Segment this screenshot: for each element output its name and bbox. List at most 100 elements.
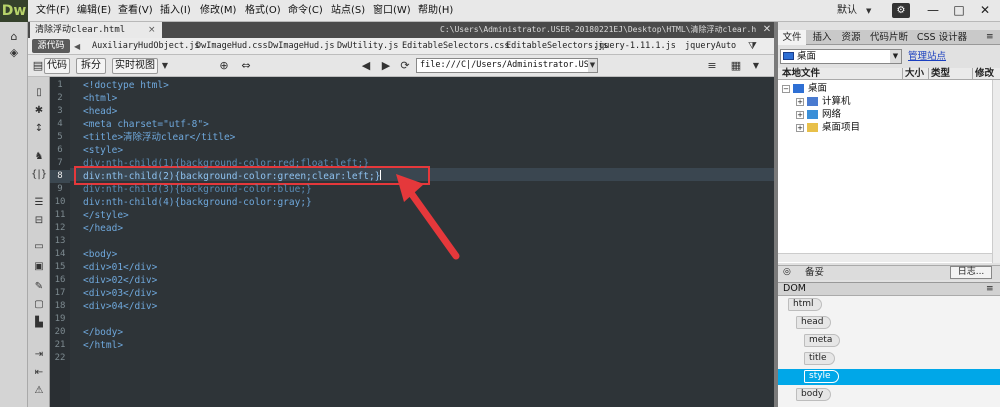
related-file[interactable]: jqueryAuto (685, 38, 736, 55)
expand-all-icon[interactable]: ↕ (31, 122, 47, 136)
tab-close-icon[interactable]: × (148, 22, 160, 38)
file-tree-hscrollbar[interactable] (778, 253, 992, 262)
code-line[interactable]: </html> (83, 339, 123, 352)
code-line[interactable]: div:nth-child(2){background-color:green;… (83, 170, 380, 183)
related-file[interactable]: AuxiliaryHudObject.js (92, 38, 199, 55)
related-file[interactable]: EditableSelectors.js (506, 38, 608, 55)
file-tree-item[interactable]: − 桌面 (782, 82, 827, 95)
restore-button[interactable]: □ (946, 2, 972, 19)
file-tree-scrollbar[interactable] (992, 80, 1000, 263)
dom-node[interactable]: meta (778, 333, 1000, 349)
align-icon[interactable]: ≡ (704, 58, 720, 74)
balance-braces-icon[interactable]: {|} (31, 168, 47, 182)
tree-expander-icon[interactable]: + (796, 110, 804, 119)
related-file[interactable]: jquery-1.11.1.js (594, 38, 676, 55)
forward-arrow-icon[interactable]: ▶ (378, 58, 394, 74)
inspect-icon[interactable]: ⊕ (216, 58, 232, 74)
insert-icon[interactable]: ⌂ (4, 30, 24, 44)
tree-expander-icon[interactable]: + (796, 97, 804, 106)
code-line[interactable]: <head> (83, 105, 117, 118)
code-line[interactable]: div:nth-child(3){background-color:blue;} (83, 183, 312, 196)
line-numbers-icon[interactable]: ☰ (31, 196, 47, 210)
open-documents-icon[interactable]: ▯ (31, 86, 47, 100)
code-line[interactable]: </head> (83, 222, 123, 235)
tab-panel[interactable]: 插入 (808, 30, 836, 45)
code-line[interactable]: <div>03</div> (83, 287, 157, 300)
highlight-invalid-icon[interactable]: ⊟ (31, 214, 47, 228)
code-line[interactable]: <title>清除浮动clear</title> (83, 131, 235, 144)
outdent-icon[interactable]: ⇤ (31, 366, 47, 380)
menu-item[interactable]: 插入(I) (160, 0, 191, 22)
site-select[interactable]: 桌面 (780, 49, 902, 64)
address-dropdown-icon[interactable]: ▼ (588, 59, 597, 72)
menu-item[interactable]: 修改(M) (200, 0, 236, 22)
code-line[interactable]: <html> (83, 92, 117, 105)
comment-icon[interactable]: ▭ (31, 240, 47, 254)
dom-node[interactable]: title (778, 351, 1000, 367)
split-view-button[interactable]: 拆分 (76, 58, 106, 74)
code-line[interactable]: </style> (83, 209, 129, 222)
related-file[interactable]: DwImageHud.css (196, 38, 268, 55)
minimize-button[interactable]: — (920, 2, 946, 19)
menu-item[interactable]: 查看(V) (118, 0, 153, 22)
gear-icon[interactable]: ⚙ (892, 3, 910, 18)
file-tree-item[interactable]: + 计算机 (796, 95, 851, 108)
dom-node[interactable]: style (778, 369, 1000, 385)
tab-panel[interactable]: 代码片断 (866, 30, 912, 45)
tree-expander-icon[interactable]: + (796, 123, 804, 132)
code-line[interactable]: <style> (83, 144, 123, 157)
connect-icon[interactable]: ◎ (783, 267, 797, 278)
workspace-switcher[interactable]: 默认 (837, 0, 857, 22)
column-header[interactable]: 大小 (902, 68, 926, 80)
page-options-icon[interactable]: ▦ (728, 58, 744, 74)
recent-snippets-icon[interactable]: ▢ (31, 298, 47, 312)
menu-item[interactable]: 文件(F) (36, 0, 70, 22)
source-code-button[interactable]: 源代码 (32, 39, 70, 53)
wrap-tag-icon[interactable]: ✎ (31, 280, 47, 294)
close-document-button[interactable]: ✕ (760, 22, 774, 38)
code-line[interactable]: <div>02</div> (83, 274, 157, 287)
dom-panel-menu-icon[interactable]: ≡ (986, 282, 994, 296)
stack-icon[interactable]: ◈ (4, 46, 24, 60)
menu-item[interactable]: 窗口(W) (373, 0, 411, 22)
refresh-icon[interactable]: ⟳ (397, 58, 413, 74)
related-file[interactable]: DwImageHud.js (268, 38, 335, 55)
filter-icon[interactable]: ⧩ (748, 38, 760, 55)
file-tree-item[interactable]: + 网络 (796, 108, 841, 121)
code-line[interactable]: <div>04</div> (83, 300, 157, 313)
select-parent-tag-icon[interactable]: ♞ (31, 150, 47, 164)
menu-item[interactable]: 格式(O) (245, 0, 281, 22)
code-line[interactable]: <meta charset="utf-8"> (83, 118, 209, 131)
related-file[interactable]: EditableSelectors.css (402, 38, 509, 55)
menu-item[interactable]: 站点(S) (331, 0, 365, 22)
menu-item[interactable]: 编辑(E) (77, 0, 111, 22)
live-code-icon[interactable]: ⇔ (238, 58, 254, 74)
tab-panel[interactable]: CSS 设计器 (912, 30, 972, 45)
tree-expander-icon[interactable]: − (782, 84, 790, 93)
column-header[interactable]: 修改 (972, 68, 998, 80)
panel-menu-icon[interactable]: ≡ (986, 30, 994, 45)
live-view-button[interactable]: 实时视图 (112, 58, 158, 74)
site-dropdown-icon[interactable]: ▼ (890, 50, 901, 63)
dom-node[interactable]: body (778, 387, 1000, 403)
close-window-button[interactable]: ✕ (972, 2, 998, 19)
address-field[interactable]: file:///C|/Users/Administrator.USER-20 (416, 58, 598, 73)
menu-item[interactable]: 帮助(H) (418, 0, 453, 22)
tab-panel[interactable]: 资源 (836, 30, 866, 45)
manage-site-link[interactable]: 管理站点 (908, 49, 946, 64)
document-tab[interactable]: 清除浮动clear.html (30, 22, 162, 38)
code-line[interactable]: <!doctype html> (83, 79, 169, 92)
remove-comment-icon[interactable]: ▣ (31, 260, 47, 274)
code-line[interactable]: <body> (83, 248, 117, 261)
code-view-button[interactable]: 代码 (44, 58, 70, 74)
column-header[interactable]: 本地文件 (780, 68, 900, 80)
column-header[interactable]: 类型 (928, 68, 970, 80)
dom-panel-title[interactable]: DOM (783, 282, 806, 296)
format-source-icon[interactable]: ⚠ (31, 384, 47, 398)
dom-node[interactable]: html (778, 297, 1000, 313)
options-dropdown-icon[interactable]: ▼ (748, 58, 764, 74)
indent-icon[interactable]: ⇥ (31, 348, 47, 362)
related-file[interactable]: DwUtility.js (337, 38, 398, 55)
back-arrow-icon[interactable]: ◀ (358, 58, 374, 74)
live-view-dropdown-icon[interactable]: ▼ (157, 58, 173, 74)
